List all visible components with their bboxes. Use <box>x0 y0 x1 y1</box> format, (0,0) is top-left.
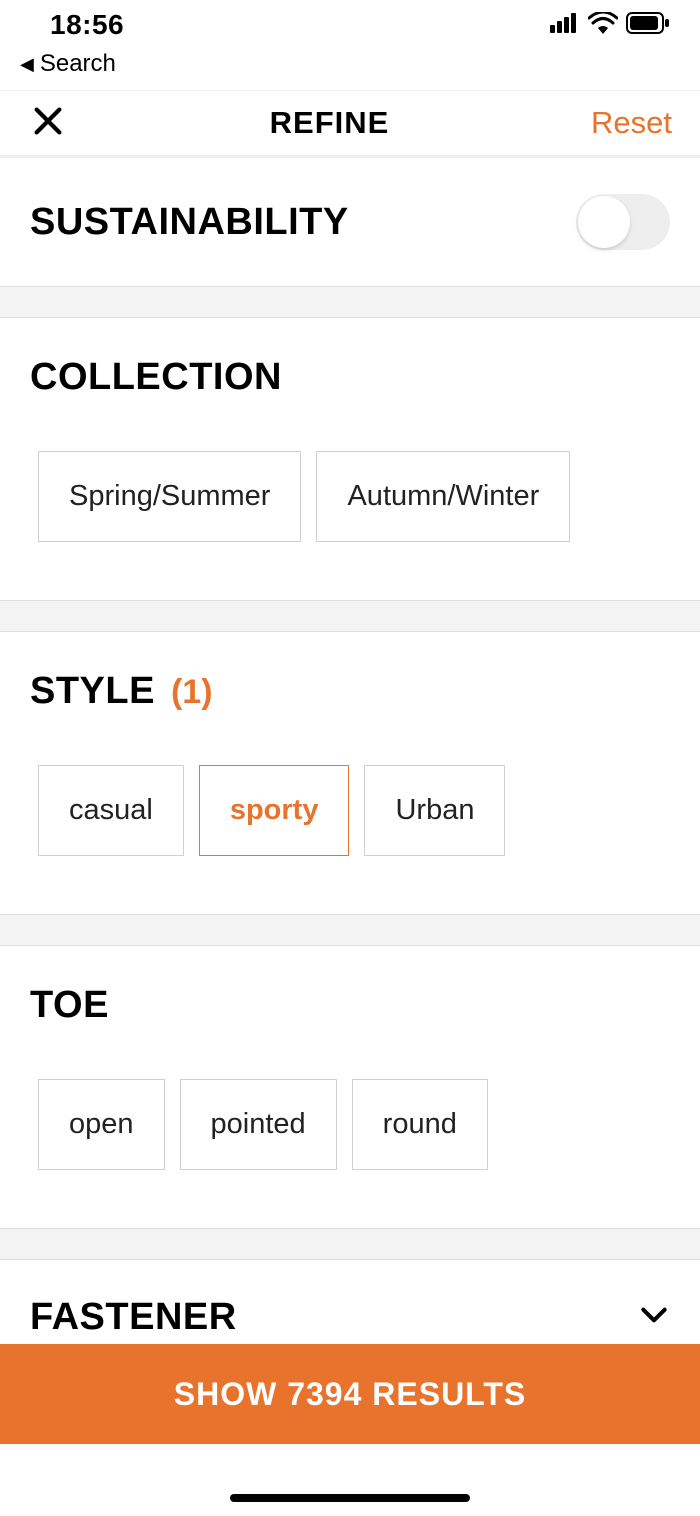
section-title-toe: TOE <box>30 984 109 1027</box>
close-icon <box>31 104 65 143</box>
section-title-sustainability: SUSTAINABILITY <box>30 201 349 244</box>
battery-icon <box>626 12 670 39</box>
style-chips: casual sporty Urban <box>30 765 670 856</box>
back-triangle-icon: ◀ <box>20 54 34 75</box>
chip-spring-summer[interactable]: Spring/Summer <box>38 451 301 542</box>
chip-pointed[interactable]: pointed <box>180 1079 337 1170</box>
page-title: REFINE <box>270 105 390 141</box>
status-bar: 18:56 <box>0 0 700 50</box>
wifi-icon <box>588 12 618 39</box>
section-title-fastener: FASTENER <box>30 1296 237 1339</box>
section-toe: TOE open pointed round <box>0 945 700 1229</box>
section-sustainability: SUSTAINABILITY <box>0 158 700 287</box>
section-style: STYLE (1) casual sporty Urban <box>0 631 700 915</box>
cellular-icon <box>550 13 580 38</box>
chip-urban[interactable]: Urban <box>364 765 505 856</box>
refine-header: REFINE Reset <box>0 90 700 158</box>
toe-chips: open pointed round <box>30 1079 670 1170</box>
section-title-collection: COLLECTION <box>30 356 282 399</box>
style-count-badge: (1) <box>171 673 213 712</box>
reset-button[interactable]: Reset <box>591 105 672 141</box>
show-results-button[interactable]: SHOW 7394 RESULTS <box>0 1344 700 1444</box>
chip-autumn-winter[interactable]: Autumn/Winter <box>316 451 570 542</box>
chevron-down-icon <box>638 1299 670 1336</box>
section-title-style: STYLE <box>30 670 155 713</box>
back-label: Search <box>40 50 116 78</box>
chip-sporty[interactable]: sporty <box>199 765 350 856</box>
close-button[interactable] <box>28 103 68 143</box>
chip-round[interactable]: round <box>352 1079 488 1170</box>
section-collection: COLLECTION Spring/Summer Autumn/Winter <box>0 317 700 601</box>
toggle-thumb <box>578 196 630 248</box>
chip-casual[interactable]: casual <box>38 765 184 856</box>
status-time: 18:56 <box>50 9 124 41</box>
collection-chips: Spring/Summer Autumn/Winter <box>30 451 670 542</box>
back-to-search[interactable]: ◀ Search <box>0 50 700 90</box>
status-icons <box>550 12 670 39</box>
chip-open[interactable]: open <box>38 1079 165 1170</box>
sustainability-toggle[interactable] <box>576 194 670 250</box>
home-indicator[interactable] <box>230 1494 470 1502</box>
